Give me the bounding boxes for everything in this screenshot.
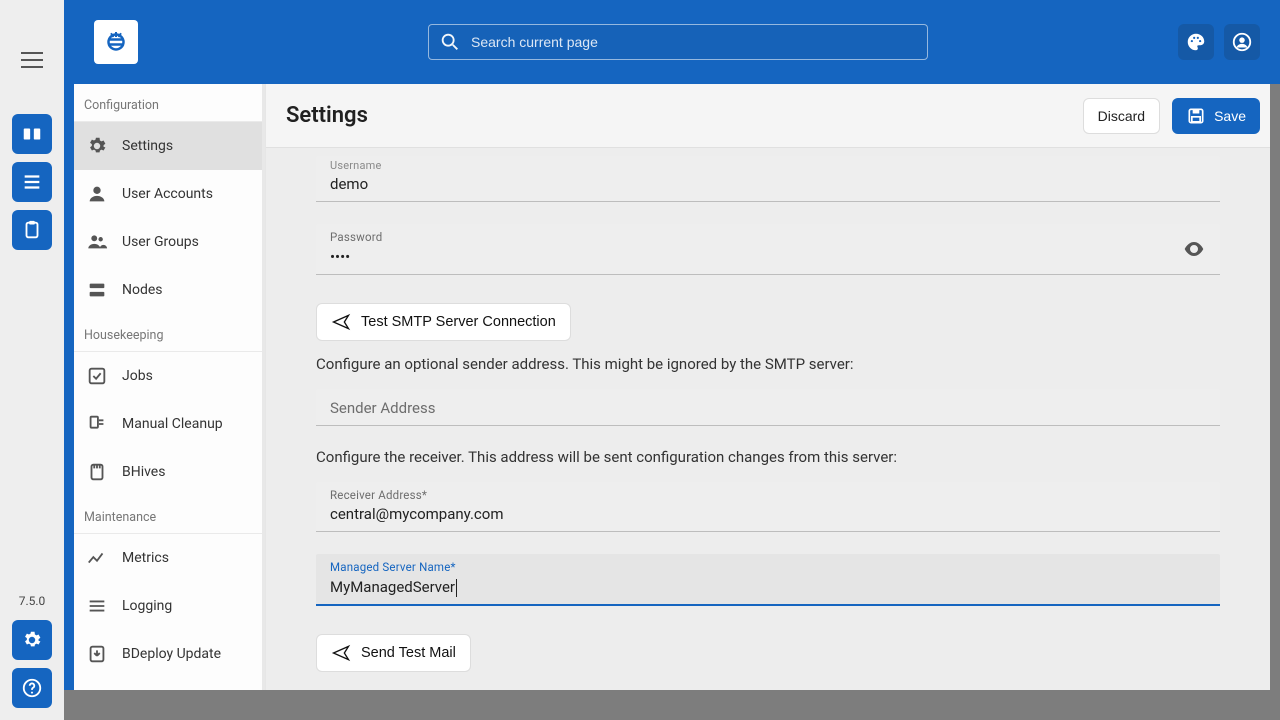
rail-panels-button[interactable] xyxy=(12,114,52,154)
search-field[interactable] xyxy=(471,34,917,50)
sidebar-item-user-accounts[interactable]: User Accounts xyxy=(74,170,265,218)
users-icon xyxy=(86,231,108,253)
rail-list-button[interactable] xyxy=(12,162,52,202)
rail-clipboard-button[interactable] xyxy=(12,210,52,250)
sidebar-item-jobs[interactable]: Jobs xyxy=(74,352,265,400)
sidebar-group-label: Configuration xyxy=(74,84,265,122)
receiver-help-text: Configure the receiver. This address wil… xyxy=(316,448,1220,466)
username-value: demo xyxy=(330,173,1206,195)
reveal-password-icon[interactable] xyxy=(1182,237,1206,261)
menu-toggle-icon[interactable] xyxy=(12,40,52,80)
server-icon xyxy=(86,279,108,301)
sidebar-item-label: User Groups xyxy=(122,234,199,250)
gear-icon xyxy=(86,135,108,157)
search-input[interactable] xyxy=(428,24,928,60)
managed-server-field[interactable]: Managed Server Name* MyManagedServer xyxy=(316,554,1220,606)
receiver-label: Receiver Address* xyxy=(330,490,1206,502)
rail-help-button[interactable] xyxy=(12,668,52,708)
palette-icon xyxy=(1185,31,1207,53)
managed-server-value: MyManagedServer xyxy=(330,578,455,596)
page-header: Settings Discard Save xyxy=(266,84,1280,148)
password-label: Password xyxy=(330,232,1206,244)
save-button[interactable]: Save xyxy=(1172,98,1260,134)
send-test-mail-button[interactable]: Send Test Mail xyxy=(316,634,471,672)
sender-help-text: Configure an optional sender address. Th… xyxy=(316,355,1220,373)
rail-settings-button[interactable] xyxy=(12,620,52,660)
sidebar-item-label: Jobs xyxy=(122,368,153,384)
sidebar-item-bhives[interactable]: BHives xyxy=(74,448,265,496)
theme-button[interactable] xyxy=(1178,24,1214,60)
search-icon xyxy=(439,31,461,53)
password-field[interactable]: Password •••• xyxy=(316,224,1220,275)
sidebar-item-nodes[interactable]: Nodes xyxy=(74,266,265,314)
app-logo[interactable] xyxy=(94,20,138,64)
sidebar-item-label: Metrics xyxy=(122,550,169,566)
sidebar-item-label: User Accounts xyxy=(122,186,213,202)
bottom-shade xyxy=(64,690,1280,720)
metrics-icon xyxy=(86,547,108,569)
sidebar-item-logging[interactable]: Logging xyxy=(74,582,265,630)
username-field[interactable]: Username demo xyxy=(316,156,1220,202)
sidebar: Configuration Settings User Accounts User G… xyxy=(74,84,266,690)
sidebar-item-manual-cleanup[interactable]: Manual Cleanup xyxy=(74,400,265,448)
sidebar-item-settings[interactable]: Settings xyxy=(74,122,265,170)
lines-icon xyxy=(86,595,108,617)
sidebar-item-user-groups[interactable]: User Groups xyxy=(74,218,265,266)
page-title: Settings xyxy=(286,103,1071,128)
username-label: Username xyxy=(330,160,1206,171)
broom-icon xyxy=(86,413,108,435)
send-icon xyxy=(331,312,351,332)
sidebar-item-label: Nodes xyxy=(122,282,163,298)
receiver-value: central@mycompany.com xyxy=(330,503,1206,525)
sidebar-item-label: Logging xyxy=(122,598,172,614)
account-button[interactable] xyxy=(1224,24,1260,60)
sidebar-item-metrics[interactable]: Metrics xyxy=(74,534,265,582)
user-icon xyxy=(86,183,108,205)
sidebar-item-label: Manual Cleanup xyxy=(122,416,223,432)
sender-address-field[interactable]: Sender Address xyxy=(316,389,1220,426)
sidebar-item-label: BHives xyxy=(122,464,165,480)
settings-form: Username demo Password •••• Test SMTP Se… xyxy=(266,148,1280,690)
text-caret xyxy=(456,579,457,597)
discard-button[interactable]: Discard xyxy=(1083,98,1160,134)
sd-icon xyxy=(86,461,108,483)
version-label: 7.5.0 xyxy=(19,594,46,608)
account-icon xyxy=(1231,31,1253,53)
accent-strip xyxy=(64,84,74,690)
sidebar-group-label: Housekeeping xyxy=(74,314,265,352)
sidebar-item-label: Settings xyxy=(122,138,173,154)
sidebar-group-label: Maintenance xyxy=(74,496,265,534)
sidebar-item-label: BDeploy Update xyxy=(122,646,221,662)
check-icon xyxy=(86,365,108,387)
receiver-address-field[interactable]: Receiver Address* central@mycompany.com xyxy=(316,482,1220,533)
sender-placeholder: Sender Address xyxy=(330,397,1206,419)
password-value: •••• xyxy=(330,246,1206,268)
test-smtp-button[interactable]: Test SMTP Server Connection xyxy=(316,303,571,341)
topbar xyxy=(64,0,1280,84)
download-icon xyxy=(86,643,108,665)
left-rail: 7.5.0 xyxy=(0,0,64,720)
send-icon xyxy=(331,643,351,663)
managed-server-label: Managed Server Name* xyxy=(330,562,1206,574)
save-icon xyxy=(1186,106,1206,126)
sidebar-item-bdeploy-update[interactable]: BDeploy Update xyxy=(74,630,265,678)
